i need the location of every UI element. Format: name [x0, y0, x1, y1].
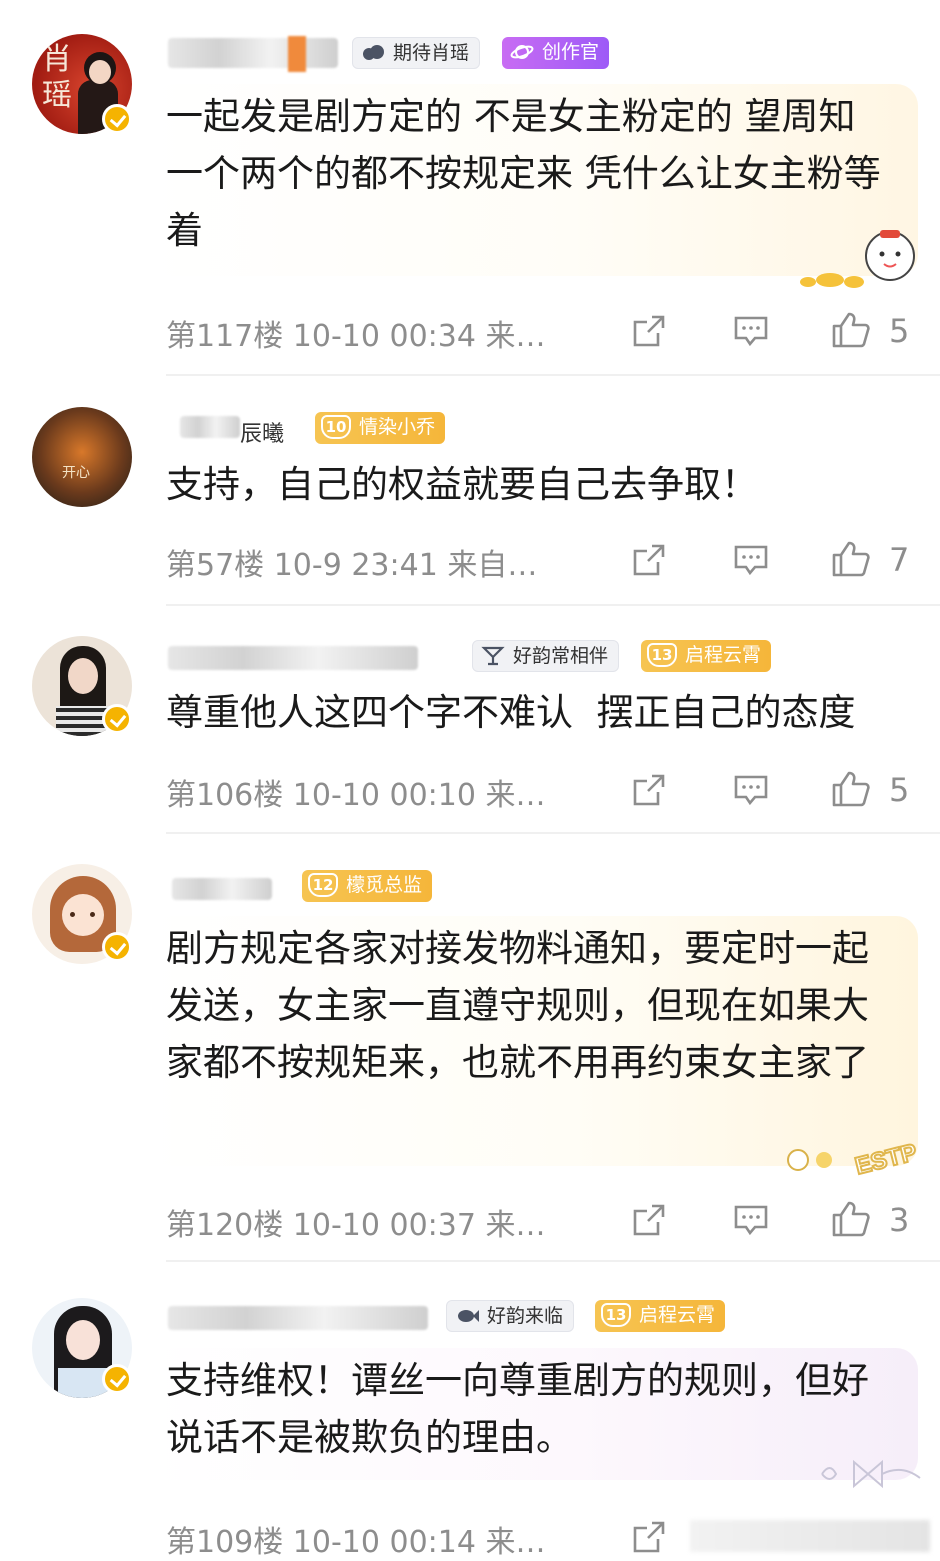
like-count: 5: [889, 771, 910, 809]
share-icon[interactable]: [632, 1520, 666, 1554]
comment-meta: 第120楼 10-10 00:37 来…: [166, 1208, 546, 1243]
planet-icon: [510, 45, 534, 59]
fan-badge[interactable]: 好韵常相伴: [472, 640, 620, 672]
comment-icon[interactable]: [733, 315, 769, 347]
level-badge[interactable]: 13 启程云霄: [595, 1300, 726, 1332]
username-visible: 辰曦: [240, 422, 285, 447]
share-icon[interactable]: [632, 773, 666, 807]
comment-text: 剧方规定各家对接发物料通知，要定时一起发送，女主家一直遵守规则，但现在如果大家都…: [166, 927, 869, 1084]
svg-text:ESTP: ESTP: [852, 1139, 919, 1180]
fan-badge[interactable]: 10 情染小乔: [315, 412, 446, 444]
like-count: 7: [889, 541, 910, 579]
like-count: 5: [889, 312, 910, 350]
like-count: 3: [889, 1201, 910, 1239]
avatar-text: 肖瑶: [42, 42, 72, 113]
verified-badge-icon: [102, 704, 132, 734]
level-badge[interactable]: 12 檬觅总监: [302, 870, 433, 902]
share-icon[interactable]: [632, 1203, 666, 1237]
share-icon[interactable]: [632, 314, 666, 348]
comment-icon[interactable]: [733, 774, 769, 806]
comment-meta: 第109楼 10-10 00:14 来…: [166, 1525, 546, 1560]
username[interactable]: [168, 38, 338, 68]
comment-icon[interactable]: [733, 1204, 769, 1236]
level-icon: 13: [647, 643, 677, 667]
avatar-text: 开心: [62, 465, 90, 481]
comment-item: 12 檬觅总监 剧方规定各家对接发物料通知，要定时一起发送，女主家一直遵守规则，…: [0, 834, 940, 1262]
verified-badge-icon: [102, 104, 132, 134]
comment-item: 开心 辰曦 10 情染小乔 支持，自己的权益就要自己去争取！ 第57楼 10-9…: [0, 376, 940, 606]
comment-meta: 第57楼 10-9 23:41 来自…: [166, 548, 538, 583]
thumbs-up-icon[interactable]: [831, 1200, 871, 1238]
level-icon: 10: [321, 415, 351, 439]
avatar[interactable]: 开心: [32, 407, 132, 507]
username[interactable]: [172, 878, 272, 900]
creator-badge[interactable]: 创作官: [502, 37, 610, 69]
thumbs-up-icon[interactable]: [831, 540, 871, 578]
fish-icon: [458, 1310, 479, 1322]
username[interactable]: [180, 416, 240, 438]
thumbs-up-icon[interactable]: [831, 770, 871, 808]
fan-badge[interactable]: 好韵来临: [446, 1300, 575, 1332]
share-icon[interactable]: [632, 543, 666, 577]
blurred-actions: [690, 1520, 930, 1552]
comment-meta: 第106楼 10-10 00:10 来…: [166, 778, 546, 813]
comment-text: 支持维权！谭丝一向尊重剧方的规则，但好说话不是被欺负的理由。: [166, 1359, 869, 1459]
cloud-icon: [363, 45, 384, 60]
comment-item: 肖瑶 期待肖瑶 创作官 一起发是剧方定的 不是女主粉定的 望周知 一个两个的都不…: [0, 0, 940, 376]
lucky-cat-icon: [800, 230, 915, 288]
comment-text: 一起发是剧方定的 不是女主粉定的 望周知 一个两个的都不按规定来 凭什么让女主粉…: [166, 95, 881, 252]
verified-badge-icon: [102, 932, 132, 962]
cocktail-icon: [481, 646, 505, 666]
level-icon: 13: [601, 1303, 631, 1327]
comment-item: 好韵常相伴 13 启程云霄 尊重他人这四个字不难认 摆正自己的态度 第106楼 …: [0, 606, 940, 834]
comment-meta: 第117楼 10-10 00:34 来…: [166, 319, 546, 354]
level-badge[interactable]: 13 启程云霄: [641, 640, 772, 672]
comment-text: 支持，自己的权益就要自己去争取！: [166, 463, 758, 506]
comment-text: 尊重他人这四个字不难认 摆正自己的态度: [166, 691, 856, 734]
verified-badge-icon: [102, 1364, 132, 1394]
mbti-decoration-icon: ESTP: [787, 1138, 921, 1180]
ribbon-bow-icon: [821, 1459, 921, 1489]
level-icon: 12: [308, 873, 338, 897]
thumbs-up-icon[interactable]: [831, 311, 871, 349]
fan-badge[interactable]: 期待肖瑶: [352, 37, 481, 69]
username[interactable]: [168, 1306, 428, 1330]
comment-icon[interactable]: [733, 544, 769, 576]
username[interactable]: [168, 646, 418, 670]
comment-item: 好韵来临 13 启程云霄 支持维权！谭丝一向尊重剧方的规则，但好说话不是被欺负的…: [0, 1262, 940, 1560]
